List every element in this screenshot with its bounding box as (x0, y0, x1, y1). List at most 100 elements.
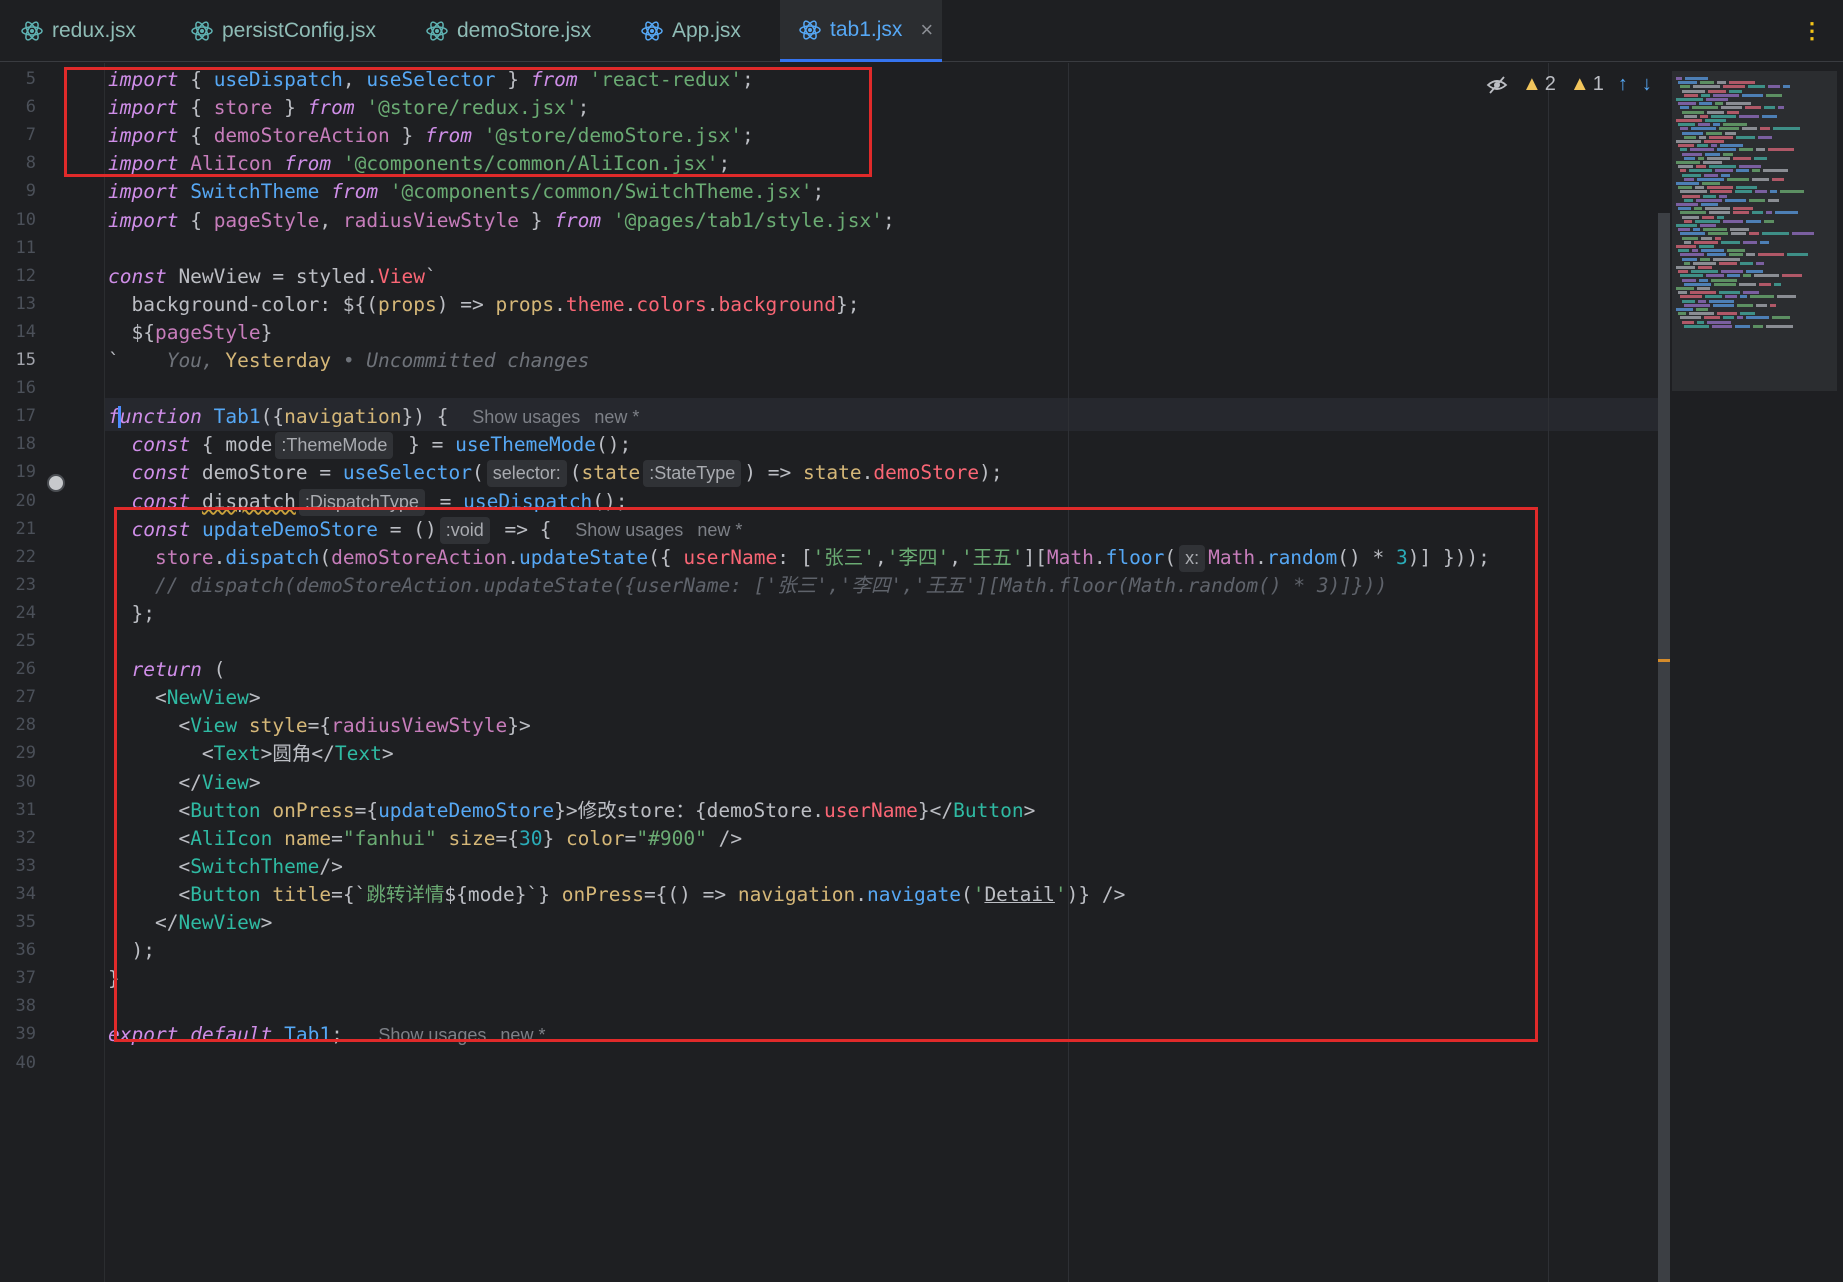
minimap-line (1701, 249, 1724, 253)
minimap-line (1746, 219, 1761, 223)
line-number: 31 (15, 799, 36, 820)
arrow-down-icon[interactable]: ↓ (1642, 73, 1652, 96)
arrow-up-icon[interactable]: ↑ (1618, 73, 1628, 96)
minimap-line (1705, 152, 1720, 156)
minimap-line (1766, 324, 1793, 328)
minimap-line (1682, 131, 1703, 135)
minimap-line (1682, 110, 1704, 114)
inspection-widget[interactable]: ▲ 2 ▲ 1 ↑ ↓ (1486, 73, 1652, 96)
minimap-line (1678, 249, 1689, 253)
minimap-line (1700, 81, 1714, 85)
minimap-line (1684, 156, 1695, 160)
line-number-gutter: 5 6 7 8 9 10 11 12 13 14 15 16 17 18 19 20 21 22 23 24 25 26 2… (0, 63, 105, 1282)
minimap-line (1680, 85, 1690, 89)
minimap-line (1680, 253, 1704, 257)
breakpoint-marker-icon[interactable] (47, 474, 65, 492)
code-line[interactable]: import { pageStyle, radiusViewStyle } fr… (108, 204, 895, 237)
minimap-line (1735, 324, 1750, 328)
minimap-line (1708, 232, 1728, 236)
minimap-line (1736, 186, 1757, 190)
close-icon[interactable]: × (920, 17, 933, 43)
code-token: (); (596, 433, 632, 457)
minimap-line (1772, 177, 1784, 181)
usage-hint[interactable]: new * (594, 407, 639, 427)
code-editor[interactable]: 5 6 7 8 9 10 11 12 13 14 15 16 17 18 19 20 21 22 23 24 25 26 2… (0, 63, 1843, 1282)
tab-tab1[interactable]: tab1.jsx × (780, 0, 942, 62)
minimap-line (1682, 173, 1701, 177)
minimap-line (1759, 282, 1771, 286)
tab-label: persistConfig.jsx (222, 19, 377, 42)
minimap-line (1742, 93, 1763, 97)
code-token: ` (108, 349, 167, 372)
minimap-line (1725, 131, 1736, 135)
warning-count-b[interactable]: ▲ 1 (1570, 73, 1604, 96)
minimap-line (1740, 295, 1747, 299)
usage-hint[interactable]: Show usages (472, 407, 580, 427)
minimap-line (1768, 148, 1794, 152)
text-caret (118, 406, 121, 428)
tab-persistconfig[interactable]: persistConfig.jsx (190, 0, 376, 62)
minimap-line (1756, 148, 1765, 152)
code-token: radiusViewStyle (342, 208, 519, 232)
minimap-line (1682, 236, 1698, 240)
tab-redux[interactable]: redux.jsx (20, 0, 136, 62)
code-token: import (108, 208, 179, 232)
minimap-line (1678, 81, 1697, 85)
line-number: 29 (15, 743, 36, 764)
minimap-line (1684, 303, 1710, 307)
minimap-line (1768, 85, 1780, 89)
code-line[interactable]: ` You, Yesterday • Uncommitted changes (108, 344, 589, 377)
minimap-line (1753, 324, 1763, 328)
code-token: const (131, 461, 191, 485)
code-token: . (706, 292, 719, 316)
code-token: , (319, 208, 343, 232)
tab-app[interactable]: App.jsx (640, 0, 741, 62)
line-number: 23 (15, 574, 36, 595)
minimap-line (1680, 232, 1705, 236)
minimap-line (1743, 240, 1757, 244)
minimap-line (1754, 274, 1779, 278)
minimap-line (1750, 295, 1774, 299)
vertical-scrollbar[interactable] (1658, 213, 1670, 1282)
minimap-line (1709, 135, 1733, 139)
minimap-line (1682, 194, 1700, 198)
minimap-line (1695, 186, 1704, 190)
minimap-line (1680, 274, 1703, 278)
minimap-line (1682, 278, 1696, 282)
line-number: 11 (15, 237, 36, 258)
code-token: You, (166, 349, 226, 372)
code-token: props (495, 292, 555, 316)
minimap-line (1678, 165, 1693, 169)
code-token: pageStyle (154, 320, 261, 344)
react-icon (426, 21, 448, 41)
line-number: 30 (15, 771, 36, 792)
more-options-icon[interactable]: ⋮ (1801, 20, 1823, 42)
minimap-line (1721, 173, 1730, 177)
minimap-line (1699, 102, 1712, 106)
minimap-line (1690, 291, 1716, 295)
minimap-line (1684, 135, 1696, 139)
minimap-line (1676, 224, 1697, 227)
minimap-line (1726, 102, 1751, 106)
code-token: SwitchTheme (190, 180, 320, 204)
minimap-line (1708, 89, 1726, 93)
annotation-box-imports (64, 67, 872, 177)
minimap-line (1727, 177, 1749, 181)
react-icon (641, 21, 663, 41)
minimap-line (1719, 261, 1737, 265)
minimap-line (1740, 261, 1753, 265)
minimap-line (1678, 207, 1691, 211)
warning-count-a[interactable]: ▲ 2 (1522, 73, 1556, 96)
code-minimap[interactable] (1672, 71, 1837, 391)
hide-icon[interactable] (1486, 74, 1508, 96)
minimap-line (1676, 245, 1696, 248)
tab-demostore[interactable]: demoStore.jsx (425, 0, 591, 62)
minimap-line (1739, 114, 1759, 118)
minimap-line (1723, 316, 1734, 320)
minimap-line (1780, 190, 1804, 194)
minimap-line (1707, 156, 1730, 160)
minimap-line (1678, 270, 1688, 274)
minimap-line (1717, 215, 1724, 219)
minimap-line (1682, 152, 1702, 156)
minimap-line (1706, 131, 1722, 135)
